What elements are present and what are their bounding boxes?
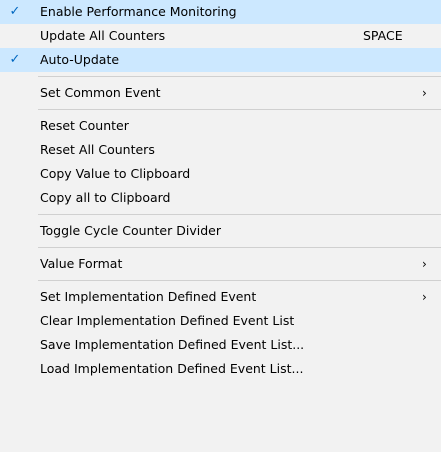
menu-item-set-common-event[interactable]: Set Common Event ›: [0, 81, 441, 105]
menu-item-label: Reset Counter: [40, 118, 129, 133]
submenu-arrow-icon: ›: [422, 257, 427, 271]
submenu-arrow-icon: ›: [422, 86, 427, 100]
menu-item-set-implementation-defined-event[interactable]: Set Implementation Defined Event ›: [0, 285, 441, 309]
menu-item-label: Save Implementation Defined Event List..…: [40, 337, 305, 352]
menu-item-label: Update All Counters: [40, 28, 166, 43]
submenu-arrow-icon: ›: [422, 290, 427, 304]
menu-separator: [38, 76, 441, 77]
menu-item-reset-all-counters[interactable]: Reset All Counters: [0, 138, 441, 162]
menu-item-label: Clear Implementation Defined Event List: [40, 313, 295, 328]
menu-item-label: Set Common Event: [40, 85, 161, 100]
menu-item-enable-performance-monitoring[interactable]: ✓ Enable Performance Monitoring: [0, 0, 441, 24]
menu-separator: [38, 214, 441, 215]
menu-item-clear-implementation-defined-event-list[interactable]: Clear Implementation Defined Event List: [0, 309, 441, 333]
menu-item-label: Enable Performance Monitoring: [40, 4, 237, 19]
checkmark-icon: ✓: [9, 4, 21, 19]
menu-item-auto-update[interactable]: ✓ Auto-Update: [0, 48, 441, 72]
checkmark-icon: ✓: [9, 52, 21, 67]
menu-separator: [38, 280, 441, 281]
menu-item-label: Auto-Update: [40, 52, 120, 67]
menu-item-reset-counter[interactable]: Reset Counter: [0, 114, 441, 138]
menu-item-label: Load Implementation Defined Event List..…: [40, 361, 304, 376]
menu-item-load-implementation-defined-event-list[interactable]: Load Implementation Defined Event List..…: [0, 357, 441, 381]
menu-separator: [38, 247, 441, 248]
menu-item-copy-value-to-clipboard[interactable]: Copy Value to Clipboard: [0, 162, 441, 186]
menu-item-label: Copy Value to Clipboard: [40, 166, 191, 181]
menu-item-update-all-counters[interactable]: Update All Counters SPACE: [0, 24, 441, 48]
context-menu: ✓ Enable Performance Monitoring Update A…: [0, 0, 441, 452]
menu-item-toggle-cycle-counter-divider[interactable]: Toggle Cycle Counter Divider: [0, 219, 441, 243]
menu-item-label: Toggle Cycle Counter Divider: [40, 223, 221, 238]
menu-item-label: Value Format: [40, 256, 123, 271]
menu-item-copy-all-to-clipboard[interactable]: Copy all to Clipboard: [0, 186, 441, 210]
shortcut-label: SPACE: [363, 28, 403, 43]
menu-item-label: Copy all to Clipboard: [40, 190, 171, 205]
menu-item-label: Set Implementation Defined Event: [40, 289, 257, 304]
menu-separator: [38, 109, 441, 110]
menu-item-label: Reset All Counters: [40, 142, 155, 157]
menu-item-save-implementation-defined-event-list[interactable]: Save Implementation Defined Event List..…: [0, 333, 441, 357]
menu-item-value-format[interactable]: Value Format ›: [0, 252, 441, 276]
